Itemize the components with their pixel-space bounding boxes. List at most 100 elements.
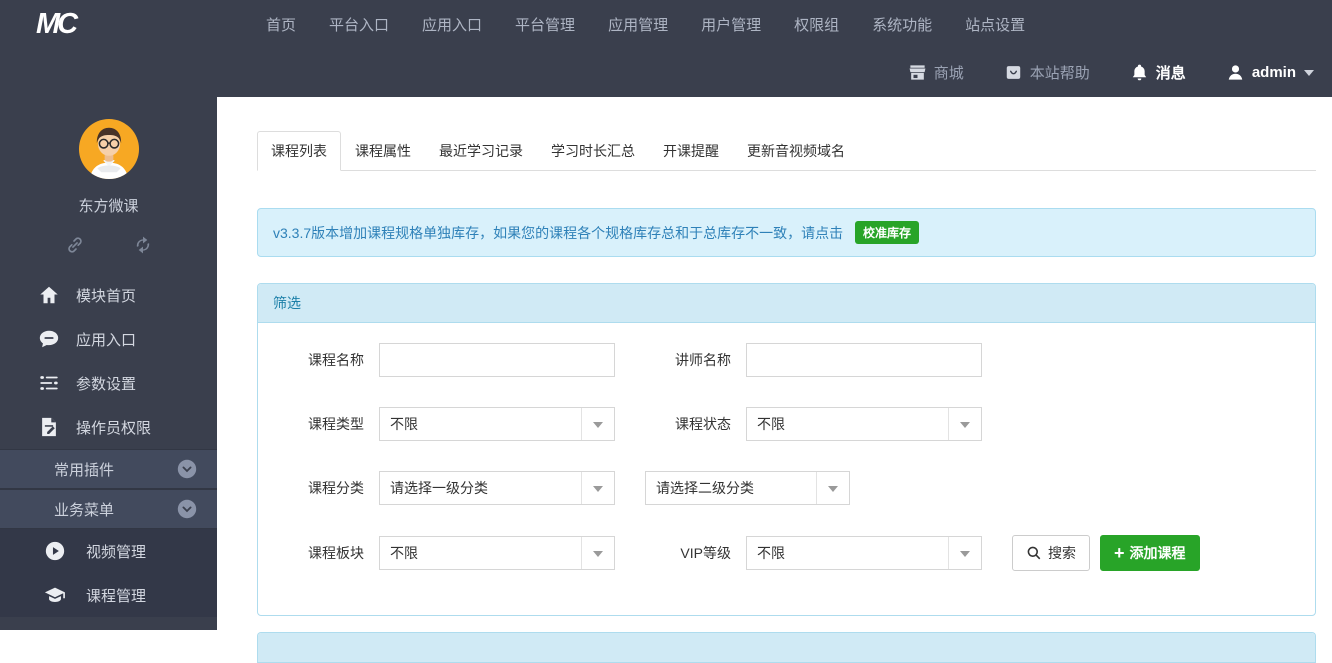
teacher-name-input[interactable]: [746, 343, 982, 377]
tab-bar: 课程列表 课程属性 最近学习记录 学习时长汇总 开课提醒 更新音视频域名: [257, 131, 1316, 171]
calibrate-stock-button[interactable]: 校准库存: [855, 221, 919, 244]
course-status-label: 课程状态: [640, 414, 731, 434]
nav-item-app-entry[interactable]: 应用入口: [422, 14, 482, 35]
profile-actions: [0, 235, 217, 255]
select-caret: [948, 537, 981, 569]
next-panel-header: [258, 633, 1315, 663]
search-icon: [1026, 545, 1042, 561]
sidebar-item-course-mgmt[interactable]: 课程管理: [0, 573, 217, 617]
nav-item-user-mgmt[interactable]: 用户管理: [701, 14, 761, 35]
search-button[interactable]: 搜索: [1012, 535, 1090, 571]
tab-recent-study-records[interactable]: 最近学习记录: [425, 131, 537, 171]
select-caret: [581, 537, 614, 569]
topbar: MC 首页 平台入口 应用入口 平台管理 应用管理 用户管理 权限组 系统功能 …: [0, 0, 1332, 97]
sidebar-item-label: 操作员权限: [76, 417, 151, 438]
course-section-label: 课程板块: [273, 543, 364, 563]
sidebar-submenu: 视频管理 课程管理: [0, 529, 217, 617]
sidebar-item-module-home[interactable]: 模块首页: [0, 273, 217, 317]
help-smile-icon: [1004, 63, 1023, 82]
sidebar-item-operator-permissions[interactable]: 操作员权限: [0, 405, 217, 449]
tab-course-attributes[interactable]: 课程属性: [341, 131, 425, 171]
search-button-label: 搜索: [1048, 543, 1076, 563]
caret-down-icon: [593, 486, 603, 497]
store-link[interactable]: 商城: [908, 62, 964, 83]
graduation-cap-icon: [44, 584, 66, 606]
caret-down-icon: [828, 486, 838, 497]
nav-item-site-settings[interactable]: 站点设置: [965, 14, 1025, 35]
tab-update-media-domain[interactable]: 更新音视频域名: [733, 131, 859, 171]
link-icon[interactable]: [65, 235, 85, 255]
nav-item-system-functions[interactable]: 系统功能: [872, 14, 932, 35]
chevron-down-icon: [1304, 70, 1314, 81]
select-caret: [816, 472, 849, 504]
avatar[interactable]: [78, 118, 140, 180]
nav-item-app-mgmt[interactable]: 应用管理: [608, 14, 668, 35]
tab-study-duration-summary[interactable]: 学习时长汇总: [537, 131, 649, 171]
sidebar-item-label: 模块首页: [76, 285, 136, 306]
home-icon: [38, 284, 60, 306]
filter-row-names: 课程名称 讲师名称: [273, 343, 1300, 377]
category-level2-select[interactable]: 请选择二级分类: [645, 471, 850, 505]
main-nav: 首页 平台入口 应用入口 平台管理 应用管理 用户管理 权限组 系统功能 站点设…: [266, 14, 1058, 35]
bell-icon: [1130, 63, 1149, 82]
sidebar-item-label: 参数设置: [76, 373, 136, 394]
site-help-link[interactable]: 本站帮助: [1004, 62, 1090, 83]
profile-block: 东方微课: [0, 97, 217, 255]
user-menu[interactable]: admin: [1226, 63, 1314, 82]
course-status-select[interactable]: 不限: [746, 407, 982, 441]
store-label: 商城: [934, 62, 964, 83]
next-panel-partial: [257, 632, 1316, 663]
vip-level-label: VIP等级: [640, 543, 731, 563]
sidebar-section-business-menu[interactable]: 业务菜单: [0, 489, 217, 529]
course-type-select[interactable]: 不限: [379, 407, 615, 441]
vip-level-select[interactable]: 不限: [746, 536, 982, 570]
select-caret: [581, 408, 614, 440]
filter-row-section-vip: 课程板块 不限 VIP等级 不限 搜索: [273, 535, 1300, 571]
sidebar-item-label: 应用入口: [76, 329, 136, 350]
sidebar-item-video-mgmt[interactable]: 视频管理: [0, 529, 217, 573]
caret-down-icon: [593, 422, 603, 433]
course-section-select[interactable]: 不限: [379, 536, 615, 570]
nav-item-permission-group[interactable]: 权限组: [794, 14, 839, 35]
course-name-input[interactable]: [379, 343, 615, 377]
storefront-icon: [908, 63, 927, 82]
sliders-icon: [38, 372, 60, 394]
messages-link[interactable]: 消息: [1130, 62, 1186, 83]
filter-form: 课程名称 讲师名称 课程类型 不限 课程状态 不限 课程分类: [258, 323, 1315, 615]
tab-course-list[interactable]: 课程列表: [257, 131, 341, 171]
sidebar-section-common-plugins[interactable]: 常用插件: [0, 449, 217, 489]
course-section-value: 不限: [380, 543, 581, 563]
sidebar-item-parameter-settings[interactable]: 参数设置: [0, 361, 217, 405]
plus-icon: +: [1114, 544, 1125, 562]
category-level1-value: 请选择一级分类: [380, 478, 581, 498]
select-caret: [581, 472, 614, 504]
username-label: admin: [1252, 64, 1296, 81]
add-course-button[interactable]: + 添加课程: [1100, 535, 1200, 571]
sidebar: 东方微课 模块首页 应用入口: [0, 97, 217, 630]
nav-item-home[interactable]: 首页: [266, 14, 296, 35]
utility-bar: 商城 本站帮助 消息 admin: [0, 48, 1332, 97]
user-icon: [1226, 63, 1245, 82]
document-edit-icon: [38, 416, 60, 438]
filter-panel-title: 筛选: [258, 284, 1315, 323]
sidebar-item-label: 视频管理: [86, 541, 146, 562]
nav-item-platform-mgmt[interactable]: 平台管理: [515, 14, 575, 35]
category-level2-value: 请选择二级分类: [646, 478, 816, 498]
sidebar-item-app-entry[interactable]: 应用入口: [0, 317, 217, 361]
category-level1-select[interactable]: 请选择一级分类: [379, 471, 615, 505]
site-help-label: 本站帮助: [1030, 62, 1090, 83]
caret-down-icon: [593, 551, 603, 562]
chevron-down-circle-icon[interactable]: [177, 459, 197, 479]
chevron-down-circle-icon[interactable]: [177, 499, 197, 519]
nav-item-platform-entry[interactable]: 平台入口: [329, 14, 389, 35]
vip-level-value: 不限: [747, 543, 948, 563]
sidebar-item-label: 课程管理: [86, 585, 146, 606]
add-course-label: 添加课程: [1130, 543, 1186, 563]
refresh-icon[interactable]: [133, 235, 153, 255]
tab-class-reminder[interactable]: 开课提醒: [649, 131, 733, 171]
caret-down-icon: [960, 551, 970, 562]
caret-down-icon: [960, 422, 970, 433]
brand-logo[interactable]: MC: [36, 8, 98, 41]
filter-row-type-status: 课程类型 不限 课程状态 不限: [273, 407, 1300, 441]
course-type-value: 不限: [380, 414, 581, 434]
